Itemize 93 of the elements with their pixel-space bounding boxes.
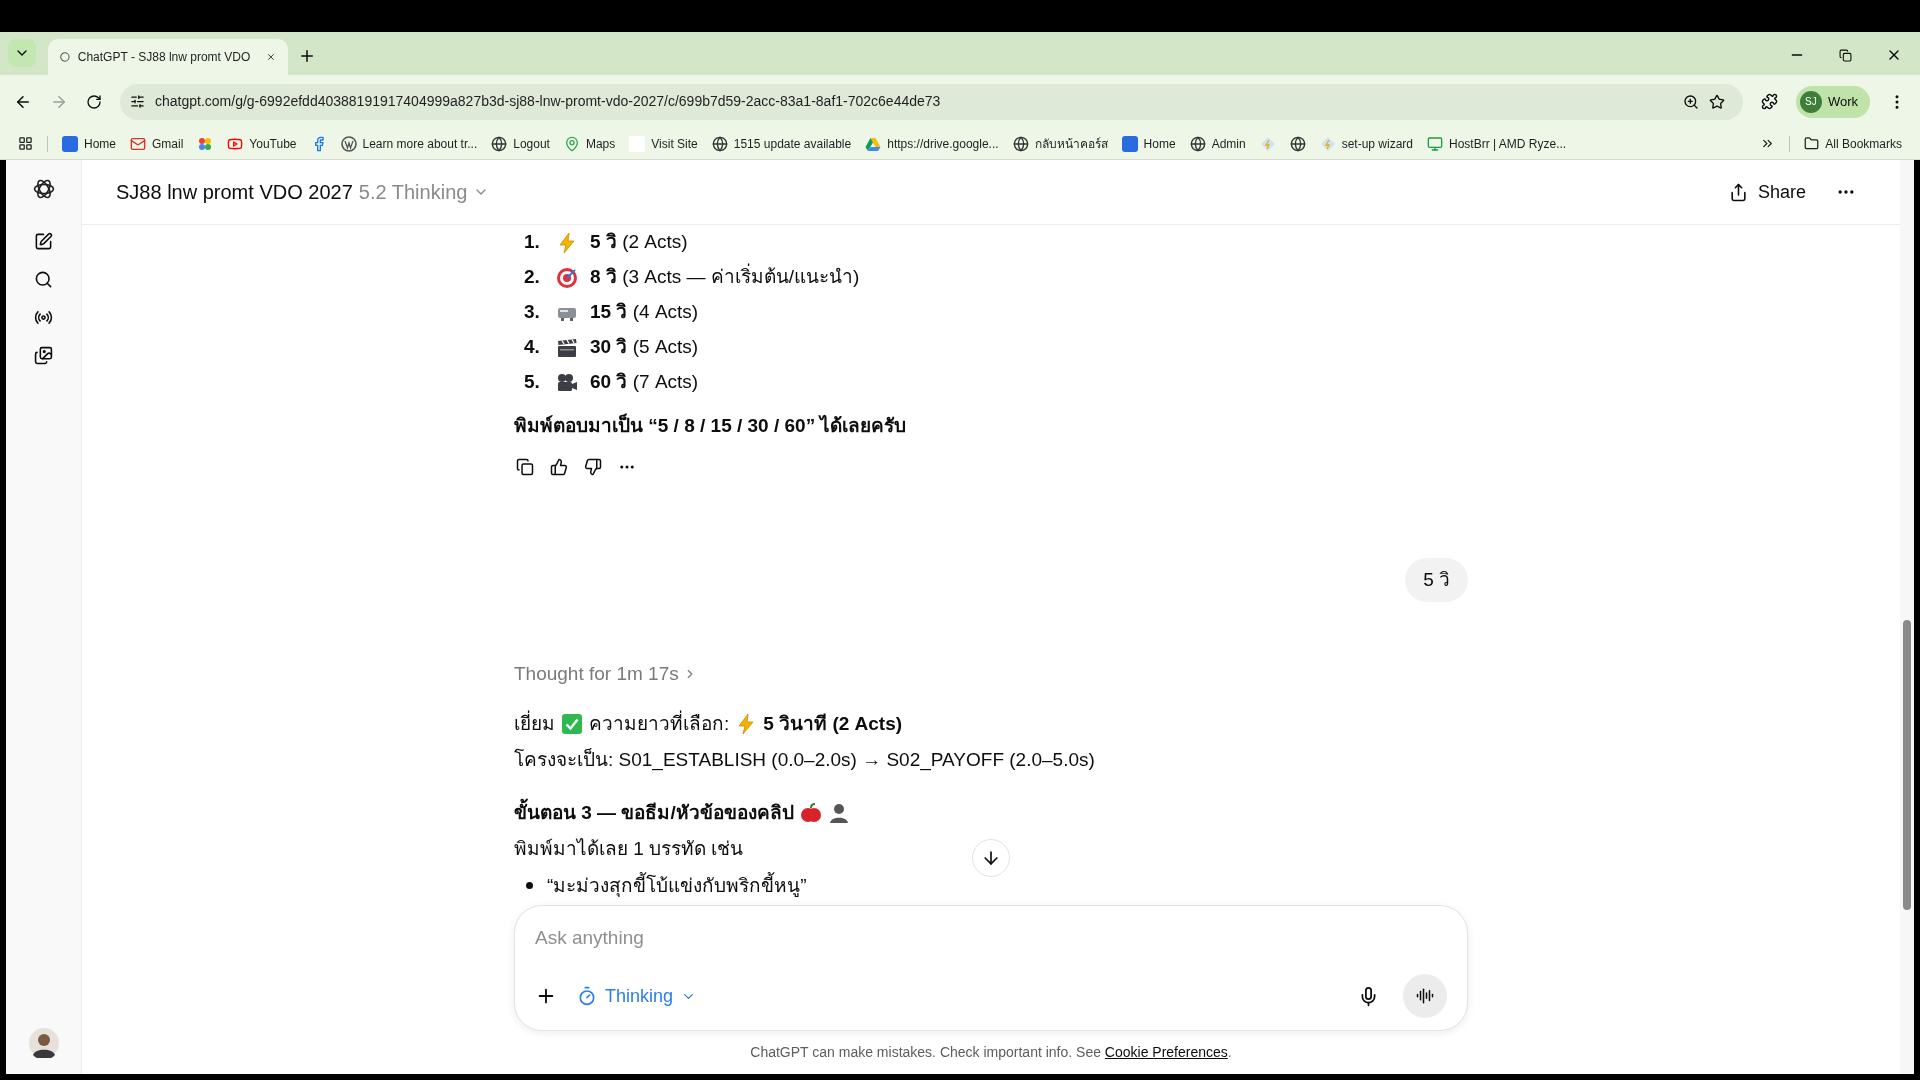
address-bar[interactable]: chatgpt.com/g/g-6992efdd40388191917404999a827b3d-sj88-lnw-promt-vdo-2027/c/699b7d59-2acc-83a1-8af1-702c6e44de73: [120, 83, 1743, 120]
message-text: พิมพ์ตอบมาเป็น “5 / 8 / 15 / 30 / 60” ได้เลยครับ: [514, 412, 908, 438]
globe-icon: [491, 135, 508, 152]
globe-icon: [711, 135, 728, 152]
bookmark-star-icon[interactable]: [1708, 93, 1725, 110]
apple-icon: [799, 802, 822, 824]
reload-icon[interactable]: [86, 93, 102, 110]
check-mark-icon: [561, 713, 583, 735]
bookmark-item[interactable]: 1515 update available: [711, 134, 852, 153]
person-figure-icon: [827, 802, 850, 824]
zoom-icon[interactable]: [1682, 93, 1699, 110]
new-chat-icon[interactable]: [34, 232, 53, 251]
bookmark-item[interactable]: Visit Site: [629, 134, 698, 153]
url-text: chatgpt.com/g/g-6992efdd40388191917404999a827b3d-sj88-lnw-promt-vdo-2027/c/699b7d59-2acc-83a1-8af1-702c6e44de73: [155, 92, 942, 111]
voice-button[interactable]: [1403, 974, 1447, 1018]
profile-button[interactable]: SJ Work: [1795, 85, 1870, 118]
model-selector[interactable]: SJ88 lnw promt VDO 2027 5.2 Thinking: [116, 177, 490, 207]
globe-icon: [1012, 135, 1029, 152]
profile-avatar: SJ: [1799, 90, 1822, 113]
list-item: 4. 30 วิ (5 Acts): [523, 335, 700, 361]
bookmark-item[interactable]: Learn more about tr...: [340, 134, 478, 153]
bookmark-item[interactable]: Admin: [1189, 134, 1246, 153]
profile-label: Work: [1827, 92, 1858, 111]
disclaimer-text: ChatGPT can make mistakes. Check important info. See Cookie Preferences.: [750, 1043, 1232, 1062]
message-text: ความยาวที่เลือก:: [589, 709, 730, 736]
broadcast-icon[interactable]: [34, 308, 53, 327]
bookmark-item[interactable]: [1289, 135, 1306, 152]
app-icon: [62, 135, 78, 152]
lightning-icon: [556, 231, 578, 254]
thought-toggle[interactable]: Thought for 1m 17s: [514, 660, 697, 689]
images-icon[interactable]: [34, 346, 53, 365]
cookie-preferences-link[interactable]: Cookie Preferences: [1104, 1044, 1228, 1060]
globe-icon: [1289, 135, 1306, 152]
all-bookmarks-button[interactable]: All Bookmarks: [1804, 134, 1902, 153]
thumbs-up-icon[interactable]: [550, 458, 568, 476]
bookmark-item[interactable]: Gmail: [130, 134, 184, 153]
diamond-icon: [1319, 135, 1336, 152]
target-icon: [556, 266, 578, 289]
bookmark-item[interactable]: https://drive.google...: [865, 134, 999, 153]
share-button[interactable]: Share: [1728, 178, 1806, 206]
search-icon[interactable]: [34, 270, 53, 289]
pinwheel-icon: [197, 135, 214, 152]
bookmark-item[interactable]: Home: [1121, 134, 1176, 153]
share-icon: [1728, 182, 1748, 202]
map-pin-icon: [563, 135, 580, 152]
copy-icon[interactable]: [516, 458, 534, 476]
tab-title: ChatGPT - SJ88 lnw promt VDO: [77, 49, 251, 66]
bookmark-item[interactable]: Maps: [563, 134, 616, 153]
message-heading: ขั้นตอน 3 — ขอธีม/หัวข้อของคลิป: [514, 798, 794, 828]
movie-camera-icon: [556, 371, 578, 394]
message-text: 5 วินาที (2 Acts): [763, 711, 903, 736]
tab-search-button[interactable]: [8, 39, 36, 67]
scrollbar[interactable]: [1900, 160, 1914, 1074]
apps-icon[interactable]: [18, 136, 33, 151]
browser-tab[interactable]: ChatGPT - SJ88 lnw promt VDO: [48, 39, 288, 75]
list-item: 3. 15 วิ (4 Acts): [523, 300, 700, 326]
logo-icon[interactable]: [31, 177, 56, 201]
message-text: เยี่ยม: [514, 709, 555, 736]
list-item: 5. 60 วิ (7 Acts): [523, 370, 700, 396]
diamond-icon: [1259, 135, 1276, 152]
scroll-down-button[interactable]: [972, 839, 1010, 877]
mail-icon: [130, 135, 146, 152]
app-icon: [1121, 135, 1138, 152]
restore-icon[interactable]: [1839, 48, 1852, 62]
bookmark-item[interactable]: กลับหน้าคอร์ส: [1012, 134, 1108, 153]
list-item: 2. 8 วิ (3 Acts — ค่าเริ่มต้น/แนะนำ): [514, 260, 1468, 295]
clapperboard-icon: [556, 336, 578, 359]
triangle-icon: [865, 135, 882, 152]
message-input[interactable]: Ask anything: [535, 924, 1447, 953]
audio-lines-icon: [1416, 987, 1434, 1005]
monitor-icon: [1427, 135, 1443, 152]
avatar[interactable]: [28, 1028, 59, 1058]
bookmark-item[interactable]: Home: [62, 134, 116, 153]
list-item: “มะม่วงสุกขี้โบ้แข่งกับพริกขี้หนู”: [547, 871, 807, 899]
thinking-mode-button[interactable]: Thinking: [577, 982, 697, 1010]
thumbs-down-icon[interactable]: [584, 458, 602, 476]
bookmark-item[interactable]: set-up wizard: [1319, 134, 1413, 153]
message-text: โครงจะเป็น: S01_ESTABLISH (0.0–2.0s) → S02_PAYOFF (2.0–5.0s): [514, 747, 1096, 773]
bookmark-item[interactable]: HostBrr | AMD Ryze...: [1427, 134, 1567, 153]
bullet-icon: [526, 881, 533, 889]
globe-icon: [1189, 135, 1206, 152]
folder-icon: [1804, 136, 1820, 151]
message-text: พิมพ์มาได้เลย 1 บรรทัด เช่น: [514, 836, 744, 861]
site-settings-icon[interactable]: [130, 94, 145, 109]
bookmark-item[interactable]: Logout: [491, 134, 550, 153]
bookmark-item[interactable]: YouTube: [227, 134, 297, 153]
wordpress-icon: [340, 135, 357, 152]
extensions-icon[interactable]: [1760, 93, 1778, 110]
tab-favicon-icon: [60, 50, 70, 64]
user-message: 5 วิ: [1405, 558, 1468, 602]
timer-icon: [577, 986, 597, 1006]
list-item: 1. 5 วิ (2 Acts): [523, 230, 689, 256]
new-tab-icon[interactable]: [298, 47, 316, 65]
